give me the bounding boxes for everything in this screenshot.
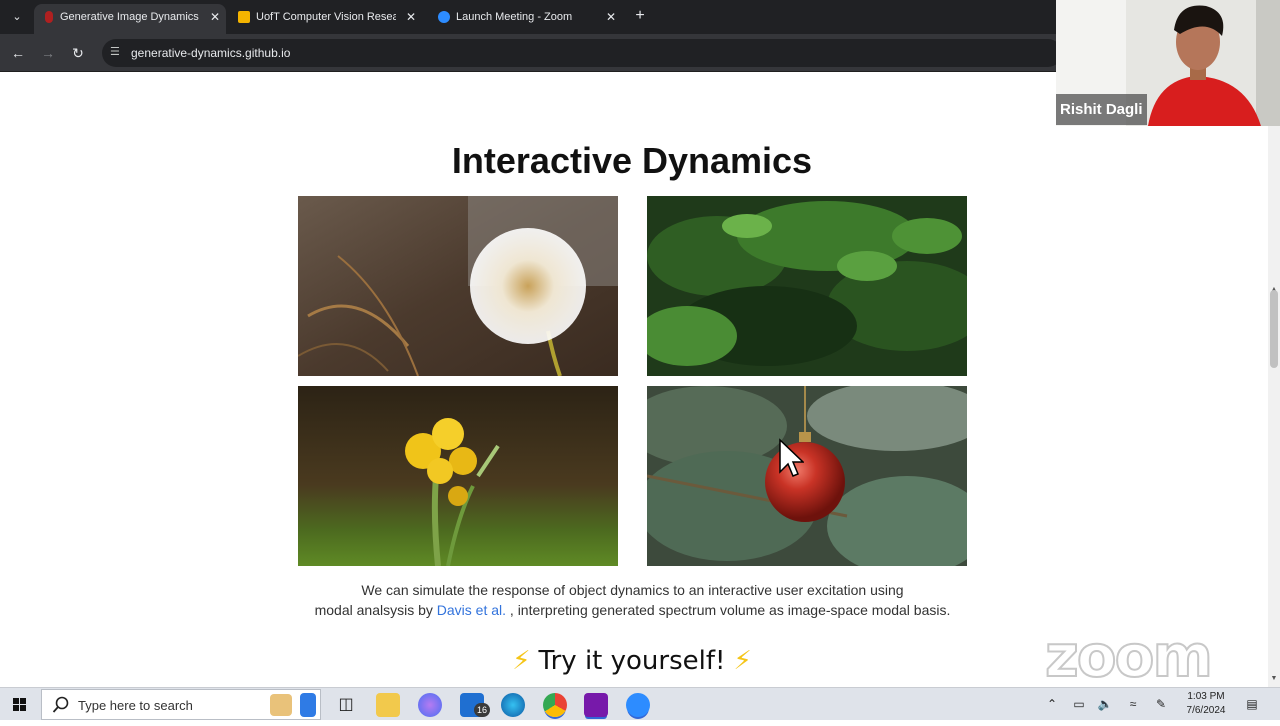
favicon-icon bbox=[45, 11, 53, 23]
search-placeholder: Type here to search bbox=[78, 698, 193, 713]
search-highlight-bottle-icon bbox=[300, 693, 316, 717]
zoom-watermark-logo: zoom bbox=[1044, 628, 1214, 684]
tab-title: UofT Computer Vision Research bbox=[256, 11, 396, 23]
yellow-flower-image[interactable] bbox=[298, 386, 618, 566]
new-tab-button[interactable]: + bbox=[630, 6, 650, 26]
page-title: Interactive Dynamics bbox=[451, 140, 813, 181]
tab-title: Launch Meeting - Zoom bbox=[456, 11, 573, 23]
reload-icon[interactable]: ↻ bbox=[67, 42, 89, 64]
caption-line-2-end: , interpreting generated spectrum volume… bbox=[509, 602, 951, 618]
tab-uoft-cv-research[interactable]: UofT Computer Vision Research ✕ bbox=[230, 4, 422, 34]
tab-close-icon[interactable]: ✕ bbox=[606, 4, 616, 30]
taskbar-search-box[interactable]: Type here to search bbox=[41, 689, 321, 720]
speaker-muted-icon[interactable]: 🔈 bbox=[1096, 688, 1114, 721]
dandelion-image[interactable] bbox=[298, 196, 618, 376]
windows-logo-icon bbox=[13, 698, 26, 711]
task-view-icon[interactable]: ◫ bbox=[334, 693, 358, 717]
clock-time: 1:03 PM bbox=[1187, 691, 1225, 702]
tab-close-icon[interactable]: ✕ bbox=[406, 4, 416, 30]
copilot-icon[interactable] bbox=[418, 693, 442, 717]
file-explorer-icon[interactable] bbox=[376, 693, 400, 717]
windows-start-button[interactable] bbox=[0, 688, 40, 721]
site-settings-icon[interactable]: ☰ bbox=[110, 45, 124, 59]
windows-taskbar: Type here to search ◫ 16 ⌃ ▭ 🔈 ≈ ✎ 1:03 … bbox=[0, 687, 1280, 720]
mouse-pointer-icon bbox=[779, 438, 804, 477]
chrome-browser-icon[interactable] bbox=[543, 693, 567, 717]
page-scrollbar[interactable]: ▲ ▼ bbox=[1268, 72, 1280, 687]
forward-arrow-icon[interactable]: → bbox=[37, 42, 59, 64]
scroll-down-arrow-icon[interactable]: ▼ bbox=[1268, 675, 1280, 685]
edge-browser-icon[interactable] bbox=[501, 693, 525, 717]
svg-text:zoom: zoom bbox=[1045, 628, 1211, 684]
onenote-icon[interactable] bbox=[584, 693, 608, 717]
tab-close-icon[interactable]: ✕ bbox=[210, 4, 220, 30]
search-icon bbox=[52, 696, 69, 713]
tab-generative-image-dynamics[interactable]: Generative Image Dynamics ✕ bbox=[34, 4, 226, 34]
caption-line-1: We can simulate the response of object d… bbox=[361, 582, 904, 598]
clock-date: 7/6/2024 bbox=[1186, 705, 1226, 716]
tab-launch-meeting-zoom[interactable]: Launch Meeting - Zoom ✕ bbox=[430, 4, 622, 34]
christmas-ornament-image[interactable] bbox=[647, 386, 967, 566]
scrollbar-thumb[interactable] bbox=[1270, 290, 1278, 368]
system-clock[interactable]: 1:03 PM 7/6/2024 bbox=[1178, 690, 1234, 718]
zoom-favicon-icon bbox=[438, 11, 450, 23]
try-it-text: Try it yourself! bbox=[538, 646, 726, 676]
lightning-bolt-icon: ⚡ bbox=[733, 646, 752, 676]
zoom-app-icon[interactable] bbox=[626, 693, 650, 717]
back-arrow-icon[interactable]: ← bbox=[7, 42, 29, 64]
show-hidden-icons-chevron-icon[interactable]: ⌃ bbox=[1044, 688, 1060, 721]
caption-line-2-start: modal analsysis by bbox=[314, 602, 433, 618]
dynamics-caption: We can simulate the response of object d… bbox=[260, 580, 1005, 620]
wifi-icon[interactable]: ≈ bbox=[1124, 688, 1142, 721]
davis-et-al-link[interactable]: Davis et al. bbox=[437, 602, 506, 618]
device-icon[interactable]: ▭ bbox=[1070, 688, 1088, 721]
url-text[interactable]: generative-dynamics.github.io bbox=[131, 39, 290, 67]
tab-title: Generative Image Dynamics bbox=[60, 11, 199, 23]
tab-search-chevron-icon[interactable]: ⌄ bbox=[6, 6, 28, 28]
web-page-content: Interactive Dynamics We can simulate the… bbox=[0, 72, 1268, 687]
search-highlight-icon bbox=[270, 694, 292, 716]
mail-badge: 16 bbox=[474, 703, 490, 717]
lightning-bolt-icon: ⚡ bbox=[512, 646, 531, 676]
notifications-icon[interactable]: ▤ bbox=[1242, 688, 1262, 721]
pen-icon[interactable]: ✎ bbox=[1152, 688, 1170, 721]
slides-favicon-icon bbox=[238, 11, 250, 23]
participant-name-label: Rishit Dagli bbox=[1056, 94, 1147, 125]
address-bar[interactable]: ☰ generative-dynamics.github.io bbox=[102, 39, 1062, 67]
green-leaves-image[interactable] bbox=[647, 196, 967, 376]
